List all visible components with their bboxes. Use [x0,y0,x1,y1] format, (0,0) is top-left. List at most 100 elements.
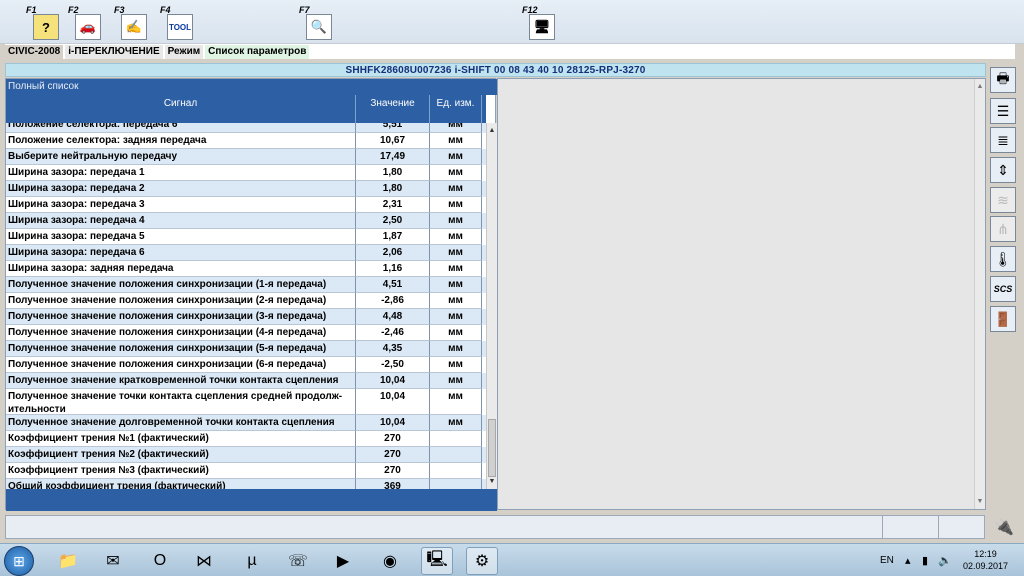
list-footer [6,489,497,511]
f2-vehicle-button[interactable]: F2 🚗 [66,5,104,41]
table-row[interactable]: Коэффициент трения №2 (фактический) 270 [6,447,486,463]
battery-icon[interactable]: ▮ [922,554,928,567]
unit-cell: мм [430,309,482,325]
tool-icon: TOOL [167,14,193,40]
scroll-thumb[interactable] [488,419,496,477]
table-row[interactable]: Ширина зазора: задняя передача 1,16 мм [6,261,486,277]
header-value[interactable]: Значение [356,95,430,123]
header-unit[interactable]: Ед. изм. [430,95,482,123]
value-cell: 10,04 [356,415,430,431]
table-header: Сигнал Значение Ед. изм. [6,95,486,123]
taskbar-app-viber[interactable]: ☏ [282,547,314,575]
graph-panel: ▲ ▼ [497,78,986,510]
clock[interactable]: 12:19 02.09.2017 [958,548,1013,572]
taskbar-app-chrome[interactable]: ◉ [374,547,406,575]
unit-cell: мм [430,165,482,181]
start-button[interactable]: ⊞ [4,546,34,576]
list-scrollbar[interactable]: ▲ ▼ [486,123,497,489]
taskbar-app-utorrent[interactable]: µ [236,547,268,575]
status-message [6,516,883,538]
filter-button[interactable]: ⋔ [990,216,1016,242]
table-row[interactable]: Полученное значение положения синхрониза… [6,277,486,293]
signal-cell: Полученное значение положения синхрониза… [6,325,356,341]
table-row[interactable]: Коэффициент трения №1 (фактический) 270 [6,431,486,447]
table-body[interactable]: Положение селектора: передача 6 5,51 мм Пол… [6,123,486,489]
unit-cell: мм [430,213,482,229]
thermometer-button[interactable]: 🌡 [990,246,1016,272]
unit-cell: мм [430,123,482,133]
signal-cell: Ширина зазора: передача 1 [6,165,356,181]
scroll-down-icon[interactable]: ▼ [487,476,497,487]
value-cell: 369 [356,479,430,489]
table-row[interactable]: Полученное значение кратковременной точк… [6,373,486,389]
clock-date: 02.09.2017 [962,561,1009,571]
taskbar-app-media-player[interactable]: ▶ [327,547,359,575]
value-cell: 1,87 [356,229,430,245]
volume-icon[interactable]: 🔈 [938,554,952,567]
mail-icon: ✉ [106,553,120,570]
value-cell: 1,80 [356,165,430,181]
signal-cell: Полученное значение кратковременной точк… [6,373,356,389]
table-row[interactable]: Ширина зазора: передача 6 2,06 мм [6,245,486,261]
header-signal[interactable]: Сигнал [6,95,356,123]
table-row[interactable]: Выберите нейтральную передачу 17,49 мм [6,149,486,165]
chrome-icon: ◉ [383,553,397,570]
sort-button[interactable]: ⇕ [990,157,1016,183]
f3-step-button[interactable]: F3 ✍ [112,5,150,41]
f7-test-button[interactable]: F7 🔍 [297,5,335,41]
data-list-panel: Полный список Сигнал Значение Ед. изм. П… [5,78,497,511]
taskbar-app-diagnostic-app[interactable]: 🖳 [421,547,453,575]
f12-terminal-button[interactable]: F12 🖥 [520,5,558,41]
graph-button[interactable]: ≋ [990,187,1016,213]
f1-help-button[interactable]: F1 ? [24,5,62,41]
taskbar-app-honda-hds[interactable]: ⚙ [466,547,498,575]
table-row[interactable]: Ширина зазора: передача 2 1,80 мм [6,181,486,197]
unit-cell [430,431,482,447]
signal-cell: Положение селектора: передача 6 [6,123,356,133]
table-row[interactable]: Полученное значение положения синхрониза… [6,341,486,357]
unit-cell: мм [430,293,482,309]
signal-cell: Выберите нейтральную передачу [6,149,356,165]
table-row[interactable]: Коэффициент трения №3 (фактический) 270 [6,463,486,479]
printer-button[interactable]: 🖶 [990,67,1016,93]
signal-cell: Ширина зазора: передача 2 [6,181,356,197]
taskbar-app-visual-studio[interactable]: ⋈ [188,547,220,575]
table-row[interactable]: Положение селектора: передача 6 5,51 мм [6,123,486,133]
table-row[interactable]: Полученное значение положения синхрониза… [6,357,486,373]
taskbar-app-mail[interactable]: ✉ [97,547,129,575]
table-row[interactable]: Ширина зазора: передача 3 2,31 мм [6,197,486,213]
language-indicator[interactable]: EN [880,555,894,566]
list-button[interactable]: ≣ [990,127,1016,153]
breadcrumb-model: CIVIC-2008 [5,44,64,59]
taskbar-app-opera[interactable]: O [144,547,176,575]
unit-cell: мм [430,277,482,293]
table-row[interactable]: Полученное значение долговременной точки… [6,415,486,431]
table-row[interactable]: Положение селектора: задняя передача 10,6… [6,133,486,149]
scroll-down-icon[interactable]: ▼ [975,496,985,507]
table-row[interactable]: Полученное значение положения синхрониза… [6,309,486,325]
unit-cell [430,463,482,479]
value-cell: 2,50 [356,213,430,229]
scroll-up-icon[interactable]: ▲ [975,81,985,92]
table-row[interactable]: Ширина зазора: передача 5 1,87 мм [6,229,486,245]
table-row[interactable]: Ширина зазора: передача 4 2,50 мм [6,213,486,229]
tray-arrow-icon[interactable]: ▴ [905,554,911,567]
scs-button[interactable]: SCS [990,276,1016,302]
taskbar-app-explorer[interactable]: 📁 [52,547,84,575]
scroll-up-icon[interactable]: ▲ [487,125,497,136]
select-button[interactable]: ☰ [990,98,1016,124]
clock-time: 12:19 [974,549,997,559]
table-row[interactable]: Полученное значение точки контакта сцепл… [6,389,486,415]
table-row[interactable]: Полученное значение положения синхрониза… [6,325,486,341]
exit-button[interactable]: 🚪 [990,306,1016,332]
unit-cell: мм [430,261,482,277]
unit-cell: мм [430,415,482,431]
help-icon: ? [33,14,59,40]
f4-tool-button[interactable]: F4 TOOL [158,5,196,41]
table-row[interactable]: Полученное значение положения синхрониза… [6,293,486,309]
graph-scrollbar[interactable]: ▲ ▼ [974,79,985,509]
select-icon: ☰ [996,102,1010,119]
table-row[interactable]: Ширина зазора: передача 1 1,80 мм [6,165,486,181]
value-cell: 4,35 [356,341,430,357]
table-row[interactable]: Общий коэффициент трения (фактический) 36… [6,479,486,489]
